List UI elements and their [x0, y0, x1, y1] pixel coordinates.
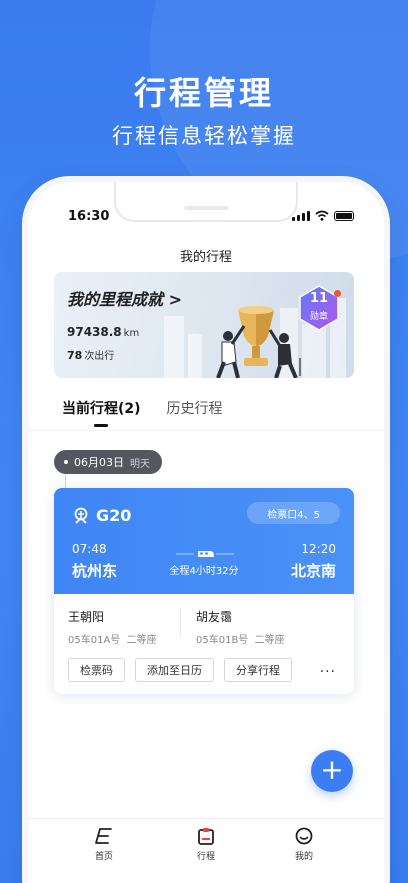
- train-route-icon: [176, 551, 234, 557]
- date-pill: 06月03日 明天: [54, 450, 162, 474]
- trip-card-header: G20 检票口4、5 07:48 杭州东 12:20 北京南 全程4小时32分: [54, 488, 354, 594]
- tab-home[interactable]: 首页: [74, 827, 134, 862]
- trip-icon: [198, 828, 214, 845]
- banner-distance: 97438.8 km: [67, 325, 140, 339]
- home-icon: [95, 828, 112, 844]
- date-relative: 明天: [130, 458, 150, 470]
- banner-title: 我的里程成就 >: [67, 290, 182, 309]
- trip-duration: 全程4小时32分: [169, 566, 239, 577]
- passenger-name: 王朝阳: [68, 610, 105, 624]
- speaker-grille: [184, 206, 228, 210]
- hero-title: 行程管理: [133, 74, 274, 112]
- passenger-row: 王朝阳 05车01A号 二等座 胡友霭 05车01B号 二等座: [54, 594, 354, 650]
- add-calendar-button[interactable]: 添加至日历: [135, 658, 214, 682]
- notification-dot: [334, 290, 341, 297]
- tab-current-trips[interactable]: 当前行程(2): [62, 398, 141, 418]
- phone-notch: [114, 182, 298, 222]
- share-trip-button[interactable]: 分享行程: [224, 658, 292, 682]
- trip-card[interactable]: G20 检票口4、5 07:48 杭州东 12:20 北京南 全程4小时32分 …: [54, 488, 354, 694]
- divider: [28, 430, 384, 431]
- status-icons: [292, 210, 354, 221]
- tab-trip[interactable]: 行程: [176, 827, 236, 862]
- passenger-divider: [180, 608, 181, 636]
- tab-trip-label: 行程: [196, 852, 215, 862]
- phone-frame: 16:30 我的行程 我的里程成就 > 97438.8 km 78 次出行 11…: [28, 182, 384, 883]
- passenger-item: 王朝阳 05车01A号 二等座: [68, 608, 157, 646]
- trip-tabs: 当前行程(2) 历史行程: [62, 398, 223, 418]
- gate-badge: 检票口4、5: [247, 502, 340, 524]
- passenger-seat: 05车01B号 二等座: [196, 635, 285, 646]
- more-options-button[interactable]: ···: [320, 664, 336, 680]
- timeline-line: [65, 474, 66, 488]
- status-time: 16:30: [68, 209, 110, 224]
- banner-trips: 78 次出行: [67, 349, 115, 362]
- battery-icon: [334, 211, 354, 221]
- wifi-icon: [315, 210, 329, 221]
- ticket-code-button[interactable]: 检票码: [68, 658, 125, 682]
- depart-time: 07:48: [72, 542, 107, 556]
- passenger-name: 胡友霭: [196, 610, 233, 624]
- tab-home-label: 首页: [94, 852, 113, 862]
- trip-actions: 检票码 添加至日历 分享行程: [68, 658, 292, 682]
- train-number: G20: [72, 506, 131, 525]
- depart-station: 杭州东: [72, 562, 118, 580]
- arrive-time: 12:20: [301, 542, 336, 556]
- tab-indicator: [94, 424, 108, 427]
- arrive-station: 北京南: [290, 562, 336, 580]
- hero-subtitle: 行程信息轻松掌握: [112, 124, 296, 148]
- date-dot: [64, 460, 68, 464]
- tab-history-trips[interactable]: 历史行程: [167, 398, 223, 418]
- passenger-seat: 05车01A号 二等座: [68, 635, 157, 646]
- bottom-tab-bar: 首页 行程 我的: [28, 818, 384, 878]
- badge-label: 勋章: [309, 312, 328, 322]
- train-logo-icon: [74, 507, 88, 524]
- date-label: 06月03日: [74, 456, 124, 469]
- tab-profile-label: 我的: [294, 852, 313, 862]
- mileage-banner[interactable]: 我的里程成就 > 97438.8 km 78 次出行 11 勋章: [54, 272, 354, 378]
- add-trip-button[interactable]: +: [311, 750, 353, 792]
- medal-badge[interactable]: 11 勋章: [298, 285, 341, 331]
- passenger-item: 胡友霭 05车01B号 二等座: [196, 608, 285, 646]
- page-title: 我的行程: [179, 250, 232, 265]
- signal-icon: [292, 211, 310, 221]
- profile-icon: [295, 827, 313, 845]
- tab-profile[interactable]: 我的: [274, 827, 334, 862]
